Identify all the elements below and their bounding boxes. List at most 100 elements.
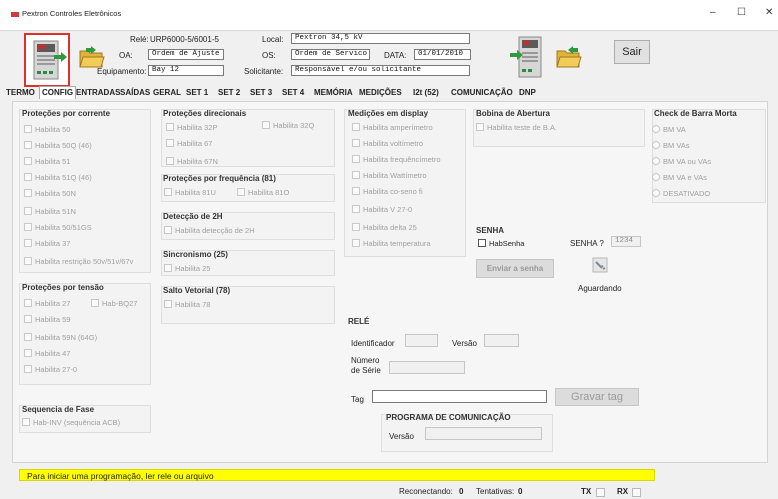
sair-button[interactable]: Sair <box>614 40 650 64</box>
tab-set2[interactable]: SET 2 <box>218 88 240 97</box>
programa-versao-label: Versão <box>389 432 414 441</box>
enviar-senha-button[interactable]: Enviar a senha <box>476 259 554 278</box>
tentativas-value: 0 <box>518 487 523 496</box>
chk-habilita-27[interactable]: Habilita 27 <box>24 299 70 308</box>
tab-medicoes[interactable]: MEDIÇÕES <box>359 88 402 97</box>
chk-hab-bq27[interactable]: Hab-BQ27 <box>91 299 137 308</box>
chk-habilita-temperatura[interactable]: Habilita temperatura <box>352 239 431 248</box>
chk-habilita-wattimetro[interactable]: Habilita Wattímetro <box>352 171 427 180</box>
identificador-label: Identificador <box>351 339 395 348</box>
rele-versao-label: Versão <box>452 339 477 348</box>
chk-habilita-50q[interactable]: Habilita 50Q (46) <box>24 141 92 150</box>
oa-label: OA: <box>119 51 133 60</box>
chk-habilita-59[interactable]: Habilita 59 <box>24 315 70 324</box>
chk-hab-senha[interactable]: HabSenha <box>478 239 524 248</box>
chk-habilita-coseno-fi[interactable]: Habilita co-seno fi <box>352 187 423 196</box>
protecoes-corrente-title: Proteções por corrente <box>22 109 111 118</box>
chk-habilita-v27-0[interactable]: Habilita V 27-0 <box>352 205 412 214</box>
close-button[interactable]: ✕ <box>765 7 773 18</box>
radio-bm-va[interactable]: BM VA <box>652 125 686 134</box>
radio-bm-vas[interactable]: BM VAs <box>652 141 690 150</box>
radio-bm-va-e-vas[interactable]: BM VA e VAs <box>652 173 707 182</box>
chk-habilita-51n[interactable]: Habilita 51N <box>24 207 76 216</box>
app-icon <box>11 11 19 17</box>
tab-geral[interactable]: GERAL <box>153 88 181 97</box>
numero-serie-field[interactable] <box>389 361 465 374</box>
tab-bar: TERMO CONFIG ENTRADAS SAÍDAS GERAL SET 1… <box>0 86 778 100</box>
chk-habilita-81u[interactable]: Habilita 81U <box>164 188 216 197</box>
oa-field[interactable]: Ordem de Ajuste <box>148 49 224 60</box>
reconectando-label: Reconectando: <box>399 487 453 496</box>
arrow-right-icon <box>54 52 67 62</box>
save-folder-icon[interactable] <box>556 46 582 68</box>
chk-habilita-teste-ba[interactable]: Habilita teste de B.A. <box>476 123 557 132</box>
rele-versao-field[interactable] <box>484 334 519 347</box>
data-field[interactable]: 01/01/2010 <box>414 49 471 60</box>
relay-file-icon[interactable] <box>510 33 548 85</box>
chk-habilita-32q[interactable]: Habilita 32Q <box>262 121 314 130</box>
chk-habilita-frequencimetro[interactable]: Habilita frequêncímetro <box>352 155 441 164</box>
tab-set3[interactable]: SET 3 <box>250 88 272 97</box>
chk-habilita-27-0[interactable]: Habilita 27-0 <box>24 365 77 374</box>
maximize-button[interactable]: ☐ <box>737 7 746 18</box>
solicitante-field[interactable]: Responsável e/ou solicitante <box>291 65 470 76</box>
tab-saidas[interactable]: SAÍDAS <box>120 88 150 97</box>
os-field[interactable]: Ordem de Servico <box>291 49 370 60</box>
chk-habilita-67n[interactable]: Habilita 67N <box>166 157 218 166</box>
chk-habilita-51q[interactable]: Habilita 51Q (46) <box>24 173 92 182</box>
chk-habilita-amperimetro[interactable]: Habilita amperímetro <box>352 123 433 132</box>
chk-habilita-voltimetro[interactable]: Habilita voltímetro <box>352 139 423 148</box>
chk-habilita-47[interactable]: Habilita 47 <box>24 349 70 358</box>
os-label: OS: <box>262 51 276 60</box>
tab-config[interactable]: CONFIG <box>39 86 77 99</box>
tab-dnp[interactable]: DNP <box>519 88 536 97</box>
chk-habilita-50-51gs[interactable]: Habilita 50/51GS <box>24 223 92 232</box>
chk-habilita-81o[interactable]: Habilita 81O <box>237 188 289 197</box>
tag-field[interactable] <box>372 390 547 403</box>
programa-versao-field[interactable] <box>425 427 542 440</box>
chk-hab-inv[interactable]: Hab-INV (sequência ACB) <box>22 418 120 427</box>
tab-memoria[interactable]: MEMÓRIA <box>314 88 353 97</box>
tab-termo[interactable]: TERMO <box>6 88 35 97</box>
chk-habilita-25[interactable]: Habilita 25 <box>164 264 210 273</box>
minimize-button[interactable]: – <box>710 7 716 18</box>
chk-habilita-37[interactable]: Habilita 37 <box>24 239 70 248</box>
rx-indicator <box>632 488 641 497</box>
tab-comunicacao[interactable]: COMUNICAÇÃO <box>451 88 513 97</box>
medicoes-display-title: Medições em display <box>348 109 429 118</box>
senha-field[interactable]: 1234 <box>611 236 641 247</box>
equipamento-field[interactable]: Bay 12 <box>148 65 224 76</box>
tab-set1[interactable]: SET 1 <box>186 88 208 97</box>
chk-habilita-deteccao-2h[interactable]: Habilita detecção de 2H <box>164 226 255 235</box>
radio-bm-va-ou-vas[interactable]: BM VA ou VAs <box>652 157 711 166</box>
chk-habilita-51[interactable]: Habilita 51 <box>24 157 70 166</box>
sequencia-fase-title: Sequencia de Fase <box>22 405 95 414</box>
chk-habilita-restricao[interactable]: Habilita restrição 50v/51v/67v <box>24 257 133 266</box>
radio-desativado[interactable]: DESATIVADO <box>652 189 710 198</box>
chk-habilita-59n[interactable]: Habilita 59N (64G) <box>24 333 97 342</box>
senha-status: Aguardando <box>578 284 622 293</box>
gravar-tag-button[interactable]: Gravar tag <box>555 388 639 406</box>
chk-habilita-32p[interactable]: Habilita 32P <box>166 123 217 132</box>
tab-set4[interactable]: SET 4 <box>282 88 304 97</box>
key-icon <box>592 257 608 273</box>
local-field[interactable]: Pextron 34,5 kV <box>291 33 470 44</box>
chk-habilita-50[interactable]: Habilita 50 <box>24 125 70 134</box>
check-barra-morta-title: Check de Barra Morta <box>654 109 737 118</box>
protecoes-frequencia-title: Proteções por frequência (81) <box>163 174 276 183</box>
rx-label: RX <box>617 487 629 496</box>
chk-habilita-78[interactable]: Habilita 78 <box>164 300 210 309</box>
solicitante-label: Solicitante: <box>244 67 284 76</box>
chk-habilita-delta-25[interactable]: Habilita delta 25 <box>352 223 417 232</box>
open-folder-icon[interactable] <box>79 46 105 68</box>
identificador-field[interactable] <box>405 334 438 347</box>
tx-indicator <box>596 488 605 497</box>
chk-habilita-50n[interactable]: Habilita 50N <box>24 189 76 198</box>
chk-habilita-67[interactable]: Habilita 67 <box>166 139 212 148</box>
tab-entradas[interactable]: ENTRADAS <box>76 88 120 97</box>
local-label: Local: <box>262 35 284 44</box>
rele-value: URP6000-5/6001-5 <box>150 35 219 44</box>
protecoes-direcionais-title: Proteções direcionais <box>163 109 247 118</box>
tab-i2t[interactable]: I2t (52) <box>413 88 439 97</box>
tag-label: Tag <box>351 395 364 404</box>
